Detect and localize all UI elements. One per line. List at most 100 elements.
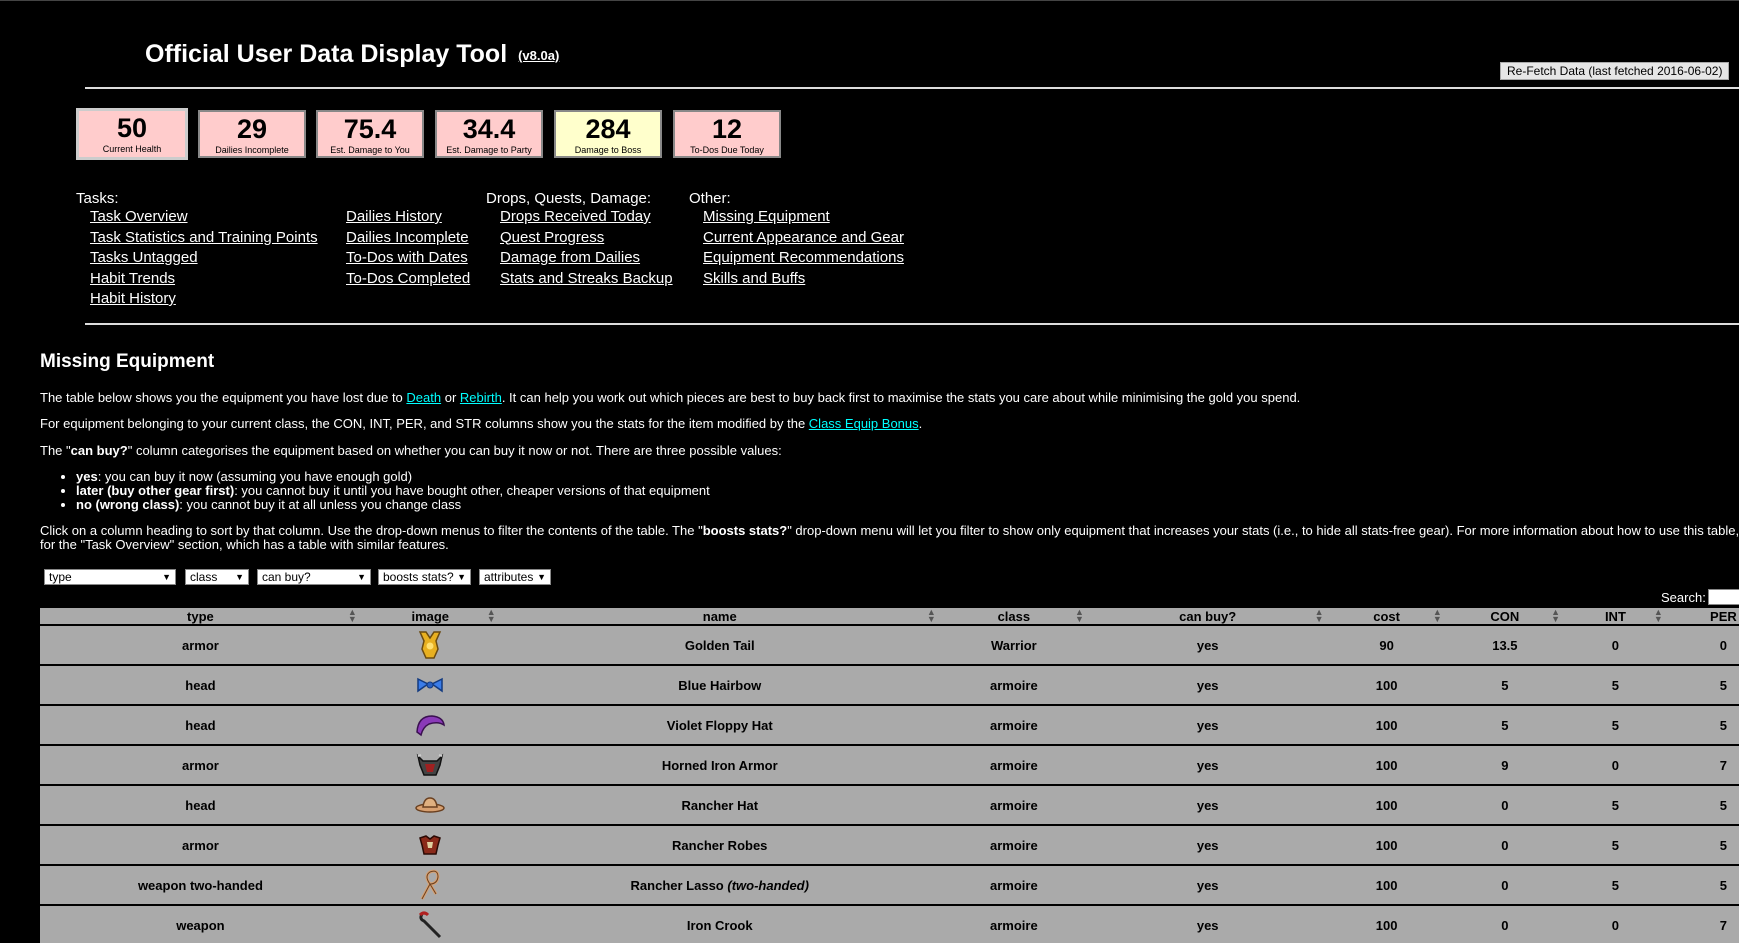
cell-image (360, 745, 500, 786)
nav-tasks-column: Task Overview Task Statistics and Traini… (90, 207, 318, 310)
cell-int: 5 (1564, 665, 1667, 706)
cell-name: Rancher Lasso (two-handed) (499, 865, 940, 906)
cell-con: 5 (1445, 665, 1564, 706)
stat-dailies-incomplete[interactable]: 29 Dailies Incomplete (198, 110, 306, 158)
sort-icon: ▲ ▼ (1653, 608, 1663, 624)
nav-link-habit-history[interactable]: Habit History (90, 289, 318, 310)
usage-text: Click on a column heading to sort by tha… (40, 524, 703, 538)
cell-cost: 90 (1327, 625, 1446, 666)
nav-link-todos-with-dates[interactable]: To-Dos with Dates (346, 248, 470, 269)
usage-paragraph: Click on a column heading to sort by tha… (40, 524, 1739, 552)
cell-type: armor (40, 745, 361, 786)
column-header-image[interactable]: image ▲ ▼ (360, 608, 500, 626)
search-input[interactable] (1708, 589, 1739, 605)
nav-link-missing-equipment[interactable]: Missing Equipment (703, 207, 904, 228)
chevron-down-icon: ▼ (162, 572, 171, 582)
stat-current-health[interactable]: 50 Current Health (76, 108, 188, 160)
stat-label: Est. Damage to Party (446, 145, 532, 155)
nav-link-tasks-untagged[interactable]: Tasks Untagged (90, 248, 318, 269)
nav-link-appearance-gear[interactable]: Current Appearance and Gear (703, 228, 904, 249)
golden-tail-icon (419, 631, 442, 659)
can-buy-text: The " (40, 443, 71, 458)
filter-label: attributes (484, 570, 534, 584)
stat-damage-to-boss[interactable]: 284 Damage to Boss (554, 110, 662, 158)
cell-class: armoire (939, 825, 1088, 866)
filter-boosts-stats-select[interactable]: boosts stats? ▼ (378, 569, 471, 585)
nav-link-todos-completed[interactable]: To-Dos Completed (346, 269, 470, 290)
cell-type: head (40, 705, 361, 746)
cell-name: Violet Floppy Hat (499, 705, 940, 746)
filter-type-select[interactable]: type ▼ (44, 569, 176, 585)
version-link[interactable]: (v8.0a) (518, 48, 559, 63)
column-header-can-buy[interactable]: can buy? ▲ ▼ (1087, 608, 1328, 626)
cell-per: 5 (1666, 825, 1739, 866)
column-header-class[interactable]: class ▲ ▼ (939, 608, 1088, 626)
stat-damage-to-you[interactable]: 75.4 Est. Damage to You (316, 110, 424, 158)
column-header-con[interactable]: CON ▲ ▼ (1445, 608, 1564, 626)
cell-class: armoire (939, 905, 1088, 943)
nav-link-quest-progress[interactable]: Quest Progress (500, 228, 673, 249)
cell-per: 0 (1666, 625, 1739, 666)
top-border (0, 0, 1739, 1)
nav-link-stats-streaks-backup[interactable]: Stats and Streaks Backup (500, 269, 673, 290)
cell-con: 9 (1445, 745, 1564, 786)
header-divider (85, 87, 1739, 89)
cell-can-buy: yes (1087, 625, 1328, 666)
table-row: head Blue Hairbow armoire yes 100 5 5 5 (40, 665, 1739, 706)
column-header-label: CON (1490, 608, 1520, 624)
column-header-label: name (702, 608, 737, 624)
cell-class: armoire (939, 785, 1088, 826)
cell-name: Blue Hairbow (499, 665, 940, 706)
column-header-name[interactable]: name ▲ ▼ (499, 608, 940, 626)
nav-link-skills-buffs[interactable]: Skills and Buffs (703, 269, 904, 290)
cell-name: Golden Tail (499, 625, 940, 666)
rebirth-link[interactable]: Rebirth (460, 390, 502, 405)
cell-type: head (40, 785, 361, 826)
can-buy-paragraph: The "can buy?" column categorises the eq… (40, 443, 782, 458)
column-header-label: PER (1710, 608, 1737, 624)
stat-label: Current Health (102, 144, 162, 154)
cell-cost: 100 (1327, 865, 1446, 906)
cell-con: 0 (1445, 865, 1564, 906)
stat-value: 284 (585, 114, 631, 144)
cell-int: 5 (1564, 825, 1667, 866)
nav-link-task-statistics[interactable]: Task Statistics and Training Points (90, 228, 318, 249)
nav-link-task-overview[interactable]: Task Overview (90, 207, 318, 228)
death-link[interactable]: Death (406, 390, 441, 405)
list-item: yes: you can buy it now (assuming you ha… (76, 470, 710, 484)
sort-icon: ▲ ▼ (1551, 608, 1560, 624)
equipment-table-wrapper: type ▲ ▼ image ▲ ▼ name ▲ ▼ class ▲ ▼ can buy? ▲ ▼… (40, 608, 1739, 943)
cell-type: weapon two-handed (40, 865, 361, 906)
intro-text: or (441, 390, 460, 405)
stat-label: Dailies Incomplete (215, 145, 289, 155)
class-equip-bonus-link[interactable]: Class Equip Bonus (809, 416, 919, 431)
refetch-data-button[interactable]: Re-Fetch Data (last fetched 2016-06-02) (1500, 62, 1730, 80)
cell-image (360, 665, 500, 706)
column-header-type[interactable]: type ▲ ▼ (40, 608, 361, 626)
stat-damage-to-party[interactable]: 34.4 Est. Damage to Party (435, 110, 543, 158)
nav-link-dailies-incomplete[interactable]: Dailies Incomplete (346, 228, 470, 249)
filter-attributes-select[interactable]: attributes ▼ (479, 569, 551, 585)
class-bonus-text: For equipment belonging to your current … (40, 416, 809, 431)
nav-link-drops-received[interactable]: Drops Received Today (500, 207, 673, 228)
intro-text: . It can help you work out which pieces … (501, 390, 1301, 405)
bullet-text: : you can buy it now (assuming you have … (97, 469, 413, 484)
filter-class-select[interactable]: class ▼ (185, 569, 249, 585)
sort-icon: ▲ ▼ (926, 608, 936, 624)
column-header-cost[interactable]: cost ▲ ▼ (1327, 608, 1446, 626)
cell-can-buy: yes (1087, 665, 1328, 706)
column-header-per[interactable]: PER▲▼ (1666, 608, 1739, 626)
cell-per: 5 (1666, 665, 1739, 706)
filter-label: boosts stats? (383, 570, 454, 584)
cell-class: Warrior (939, 625, 1088, 666)
nav-divider (85, 323, 1739, 325)
table-row: weapon two-handed Rancher Lasso (two-han… (40, 865, 1739, 906)
chevron-down-icon: ▼ (457, 572, 466, 582)
column-header-int[interactable]: INT ▲ ▼ (1564, 608, 1667, 626)
nav-link-damage-from-dailies[interactable]: Damage from Dailies (500, 248, 673, 269)
nav-link-equipment-recommendations[interactable]: Equipment Recommendations (703, 248, 904, 269)
nav-link-dailies-history[interactable]: Dailies History (346, 207, 470, 228)
stat-todos-due-today[interactable]: 12 To-Dos Due Today (673, 110, 781, 158)
filter-can-buy-select[interactable]: can buy? ▼ (257, 569, 371, 585)
nav-link-habit-trends[interactable]: Habit Trends (90, 269, 318, 290)
